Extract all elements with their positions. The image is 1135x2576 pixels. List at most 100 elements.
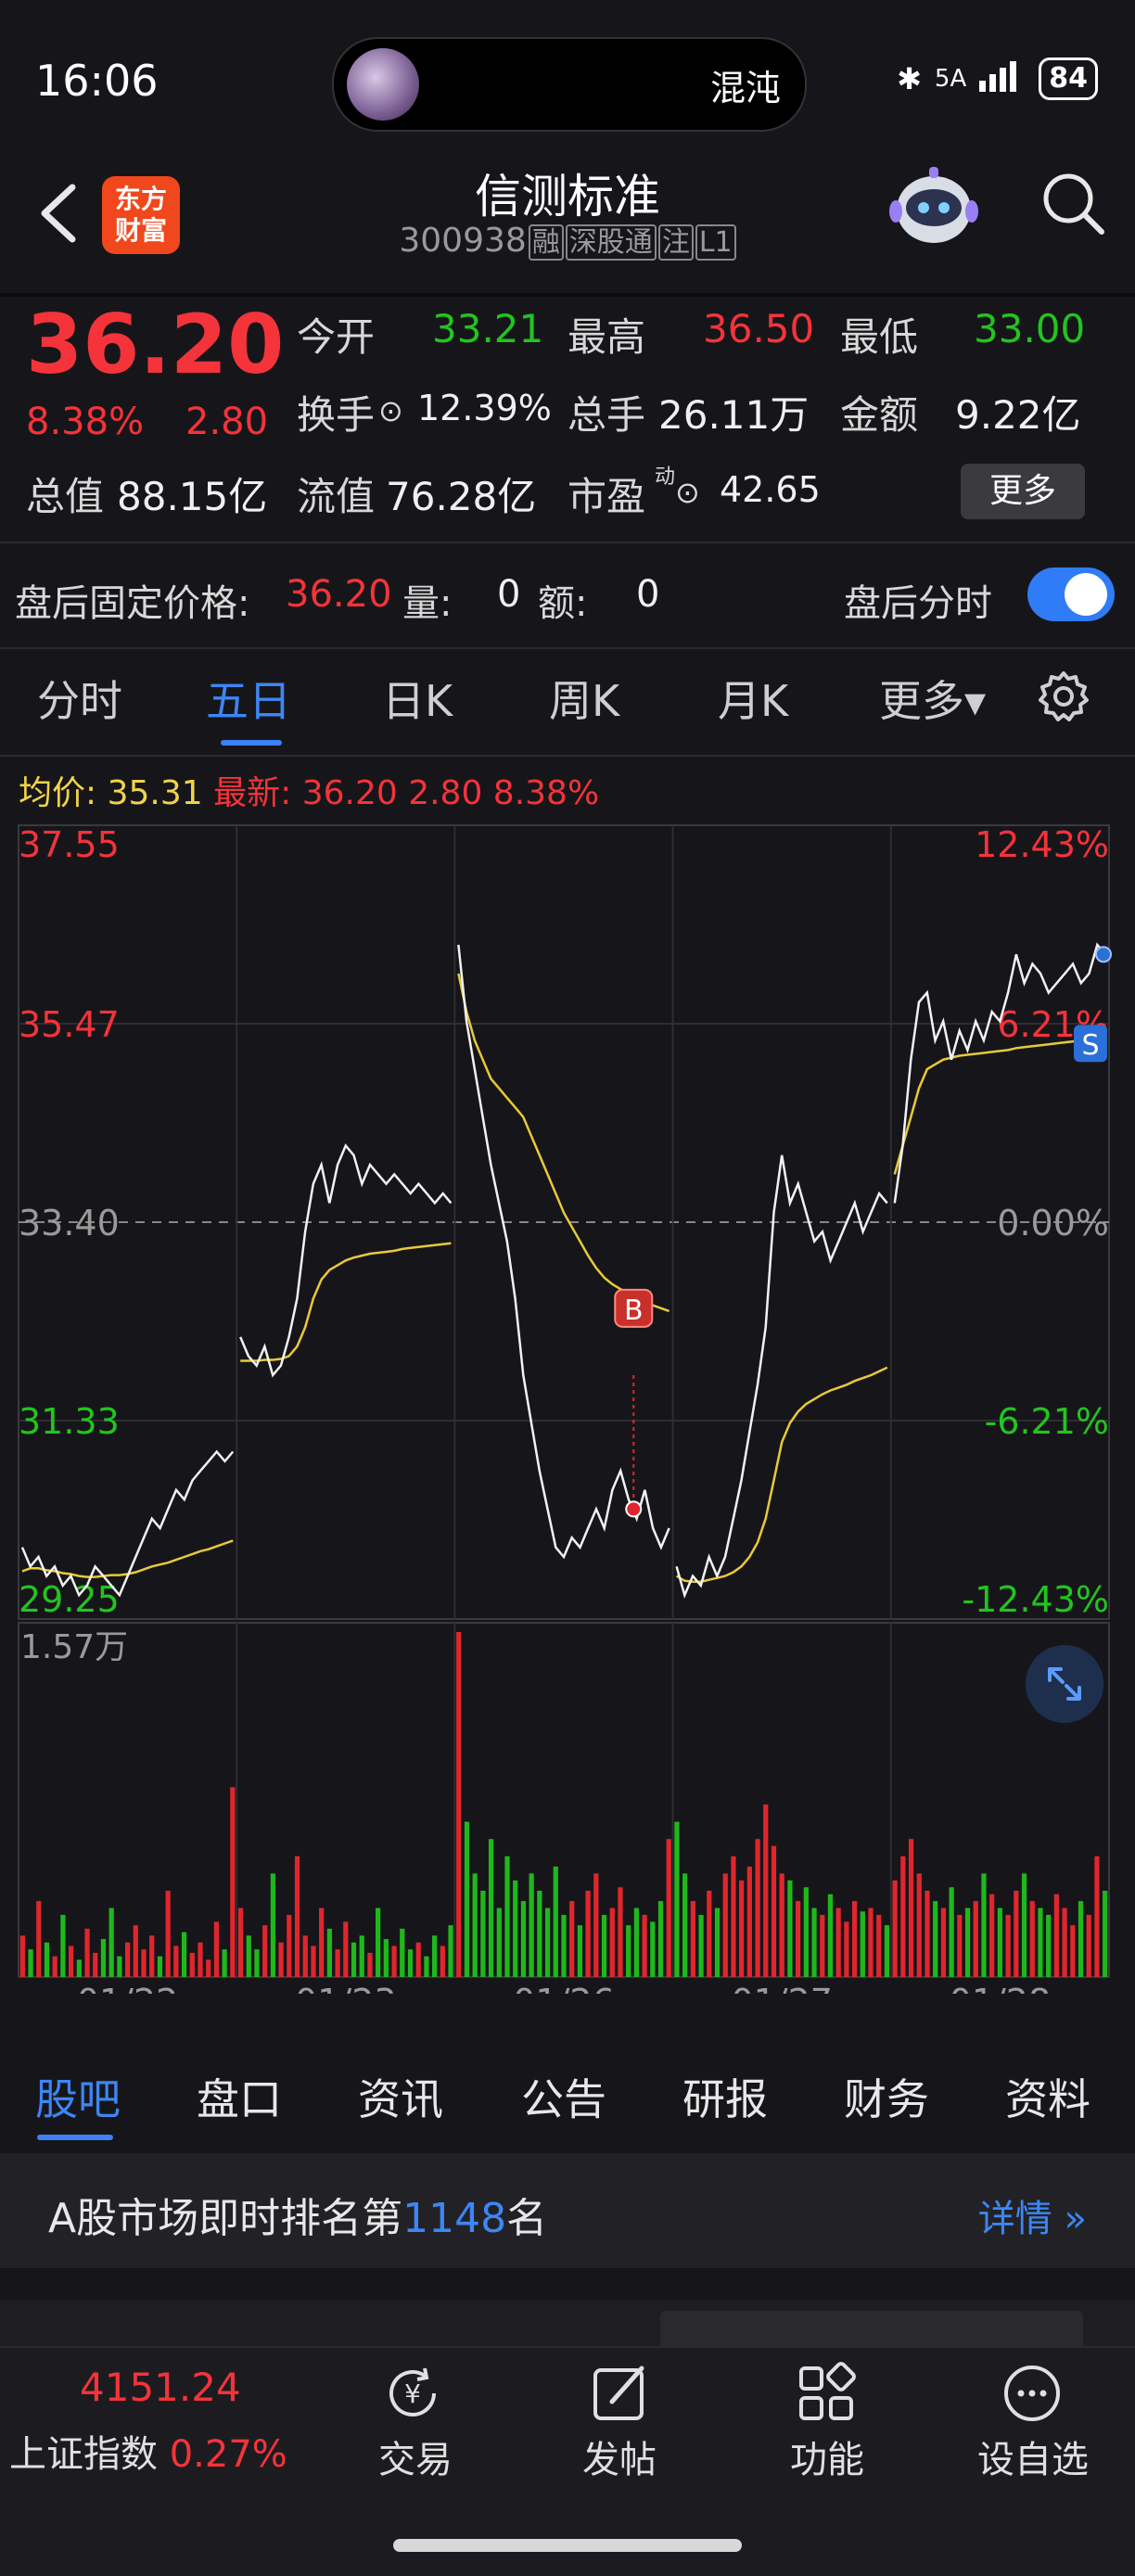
volume-bar	[76, 1959, 82, 1977]
favorite-icon[interactable]	[1000, 2361, 1065, 2429]
active-section-indicator	[37, 2135, 113, 2140]
index-ticker[interactable]: 上证指数 0.27%	[9, 2424, 287, 2478]
nav-add-favorite[interactable]: 设自选	[977, 2429, 1089, 2483]
volume-bar	[1094, 1855, 1100, 1977]
volume-bar	[237, 1907, 244, 1977]
latest-point	[1095, 946, 1112, 963]
after-hours-toggle[interactable]	[1027, 567, 1115, 621]
volume-bar	[28, 1949, 33, 1977]
volume-bar	[513, 1880, 518, 1977]
volume-bar	[270, 1873, 276, 1977]
change-percent: 8.38%	[26, 401, 145, 443]
volume-bar	[367, 1952, 373, 1977]
volume-bar	[432, 1935, 438, 1977]
tab-announcements[interactable]: 公告	[521, 2066, 606, 2127]
volume-bar	[868, 1907, 874, 1977]
volume-bar	[488, 1839, 494, 1977]
open-label: 今开	[297, 314, 376, 360]
volume-bar	[933, 1901, 938, 1977]
volume-bar	[1014, 1891, 1019, 1977]
tab-research[interactable]: 研报	[682, 2066, 768, 2127]
volume-bar	[213, 1921, 220, 1977]
nav-functions[interactable]: 功能	[790, 2429, 864, 2483]
volume-bar	[287, 1915, 292, 1977]
low-label: 最低	[840, 314, 919, 360]
volume-bar	[666, 1839, 671, 1977]
volume-bar	[294, 1855, 300, 1977]
tag-level: L1	[695, 224, 736, 261]
index-value[interactable]: 4151.24	[80, 2365, 241, 2410]
volume-bar	[925, 1891, 930, 1977]
network-icon: 5A	[934, 65, 967, 93]
volume-bar	[36, 1901, 42, 1977]
pe-label: 市盈	[568, 474, 646, 519]
volume-bar	[472, 1873, 478, 1977]
rank-prefix: A股市场即时排名第	[48, 2195, 403, 2242]
after-hours-volume: 0	[497, 573, 521, 616]
tab-daily-k[interactable]: 日K	[382, 668, 453, 729]
volume-bar	[44, 1942, 50, 1977]
tab-financials[interactable]: 财务	[844, 2066, 929, 2127]
more-button[interactable]: 更多	[961, 464, 1085, 519]
tab-more[interactable]: 更多▾	[879, 668, 986, 729]
volume-max-label: 1.57万	[20, 1628, 128, 1666]
volume-bar	[650, 1921, 656, 1977]
volume-bar	[311, 1945, 316, 1977]
volume-bar	[746, 1866, 752, 1977]
tab-monthly-k[interactable]: 月K	[718, 668, 788, 729]
turnover-value: 12.39%	[417, 388, 552, 428]
volume-bar	[246, 1935, 251, 1977]
rank-text: A股市场即时排名第1148名	[48, 2185, 547, 2244]
volume-bar	[657, 1901, 664, 1977]
apps-icon[interactable]	[794, 2361, 859, 2429]
amount-label: 金额	[840, 392, 919, 438]
five-day-chart[interactable]: 37.55 12.43%35.47 6.21%33.40 0.00%31.33 -6.2…	[0, 816, 1135, 1994]
volume-bar	[52, 1956, 57, 1977]
volume-bar	[707, 1891, 712, 1977]
tab-orderbook[interactable]: 盘口	[197, 2066, 282, 2127]
volume-bar	[593, 1873, 599, 1977]
low-value: 33.00	[974, 306, 1086, 351]
volume-bar	[278, 1942, 284, 1977]
tab-news[interactable]: 资讯	[358, 2066, 443, 2127]
tab-five-day[interactable]: 五日	[206, 668, 291, 729]
volume-bar	[722, 1873, 728, 1977]
buy-marker-label: B	[624, 1294, 644, 1327]
float-mktcap-value: 76.28亿	[386, 474, 537, 519]
volume-bar	[165, 1891, 171, 1977]
post-icon[interactable]	[588, 2361, 653, 2429]
volume-bar	[335, 1949, 340, 1977]
volume-bar	[827, 1894, 834, 1977]
volume-bar	[376, 1907, 381, 1977]
home-indicator[interactable]	[393, 2539, 742, 2552]
search-icon[interactable]	[1037, 167, 1109, 239]
volume-bar	[626, 1925, 631, 1977]
nav-post[interactable]: 发帖	[582, 2429, 657, 2483]
ai-robot-icon[interactable]	[883, 156, 985, 258]
volume-bar	[763, 1804, 769, 1977]
high-value: 36.50	[703, 306, 815, 351]
tab-forum[interactable]: 股吧	[35, 2066, 121, 2127]
trade-icon[interactable]: ¥	[380, 2361, 445, 2429]
volume-bar	[262, 1925, 268, 1977]
volume-bar	[714, 1907, 721, 1977]
tab-intraday[interactable]: 分时	[37, 668, 122, 729]
pe-info-icon[interactable]: ⊙	[675, 475, 700, 510]
info-icon[interactable]: ⊙	[378, 393, 403, 428]
volume-bar	[771, 1845, 777, 1977]
volume-bar	[981, 1873, 987, 1977]
rank-detail-link[interactable]: 详情 »	[978, 2188, 1087, 2242]
nav-trade[interactable]: 交易	[378, 2429, 453, 2483]
y-right-tick: -6.21%	[985, 1401, 1109, 1442]
buy-marker-dot	[625, 1500, 643, 1518]
gear-icon[interactable]	[1037, 670, 1090, 723]
tab-weekly-k[interactable]: 周K	[549, 668, 619, 729]
turnover-label: 换手	[297, 392, 376, 438]
after-hours-price-label: 盘后固定价格:	[15, 582, 250, 625]
volume-bar	[480, 1891, 486, 1977]
volume-bar	[1086, 1915, 1091, 1977]
latest-label: 最新:	[213, 774, 292, 812]
dynamic-island[interactable]: 混沌	[332, 37, 807, 132]
volume-bar	[884, 1925, 890, 1977]
tab-profile[interactable]: 资料	[1005, 2066, 1090, 2127]
